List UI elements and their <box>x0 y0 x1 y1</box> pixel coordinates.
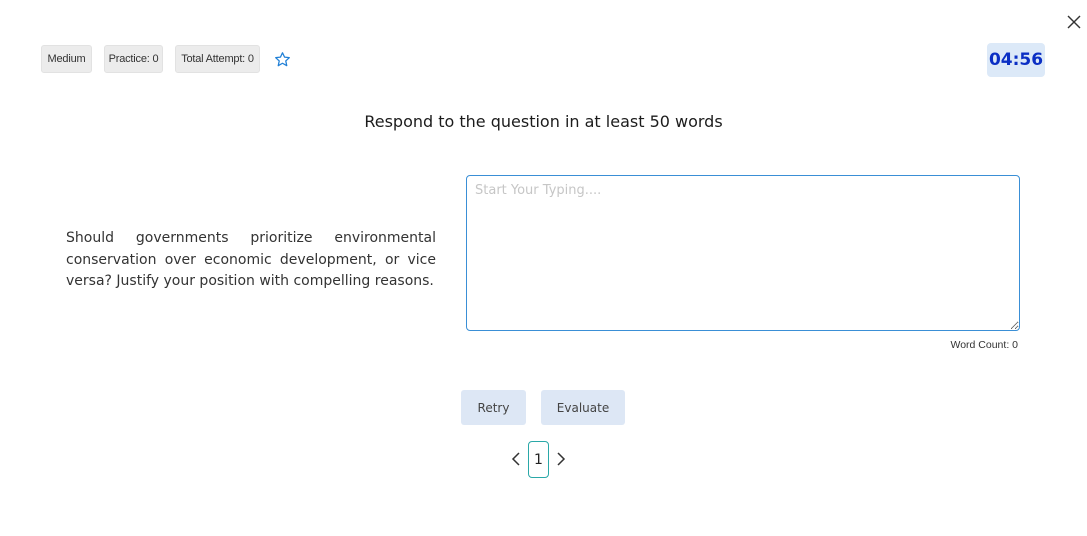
page-number-button[interactable]: 1 <box>528 441 549 478</box>
task-instruction: Respond to the question in at least 50 w… <box>364 112 723 131</box>
answer-textarea[interactable] <box>466 175 1020 331</box>
practice-page: Medium Practice: 0 Total Attempt: 0 04:5… <box>0 0 1087 536</box>
total-attempt-badge: Total Attempt: 0 <box>175 45 260 73</box>
retry-button[interactable]: Retry <box>461 390 526 425</box>
close-icon[interactable] <box>1064 12 1084 32</box>
difficulty-badge: Medium <box>41 45 92 73</box>
practice-count-badge: Practice: 0 <box>104 45 163 73</box>
evaluate-button[interactable]: Evaluate <box>541 390 625 425</box>
word-count: Word Count: 0 <box>950 339 1018 351</box>
chevron-right-icon[interactable] <box>554 451 568 467</box>
chevron-left-icon[interactable] <box>509 451 523 467</box>
question-text: Should governments prioritize environmen… <box>66 230 436 289</box>
countdown-timer: 04:56 <box>987 43 1045 77</box>
star-outline-icon[interactable] <box>274 51 291 68</box>
